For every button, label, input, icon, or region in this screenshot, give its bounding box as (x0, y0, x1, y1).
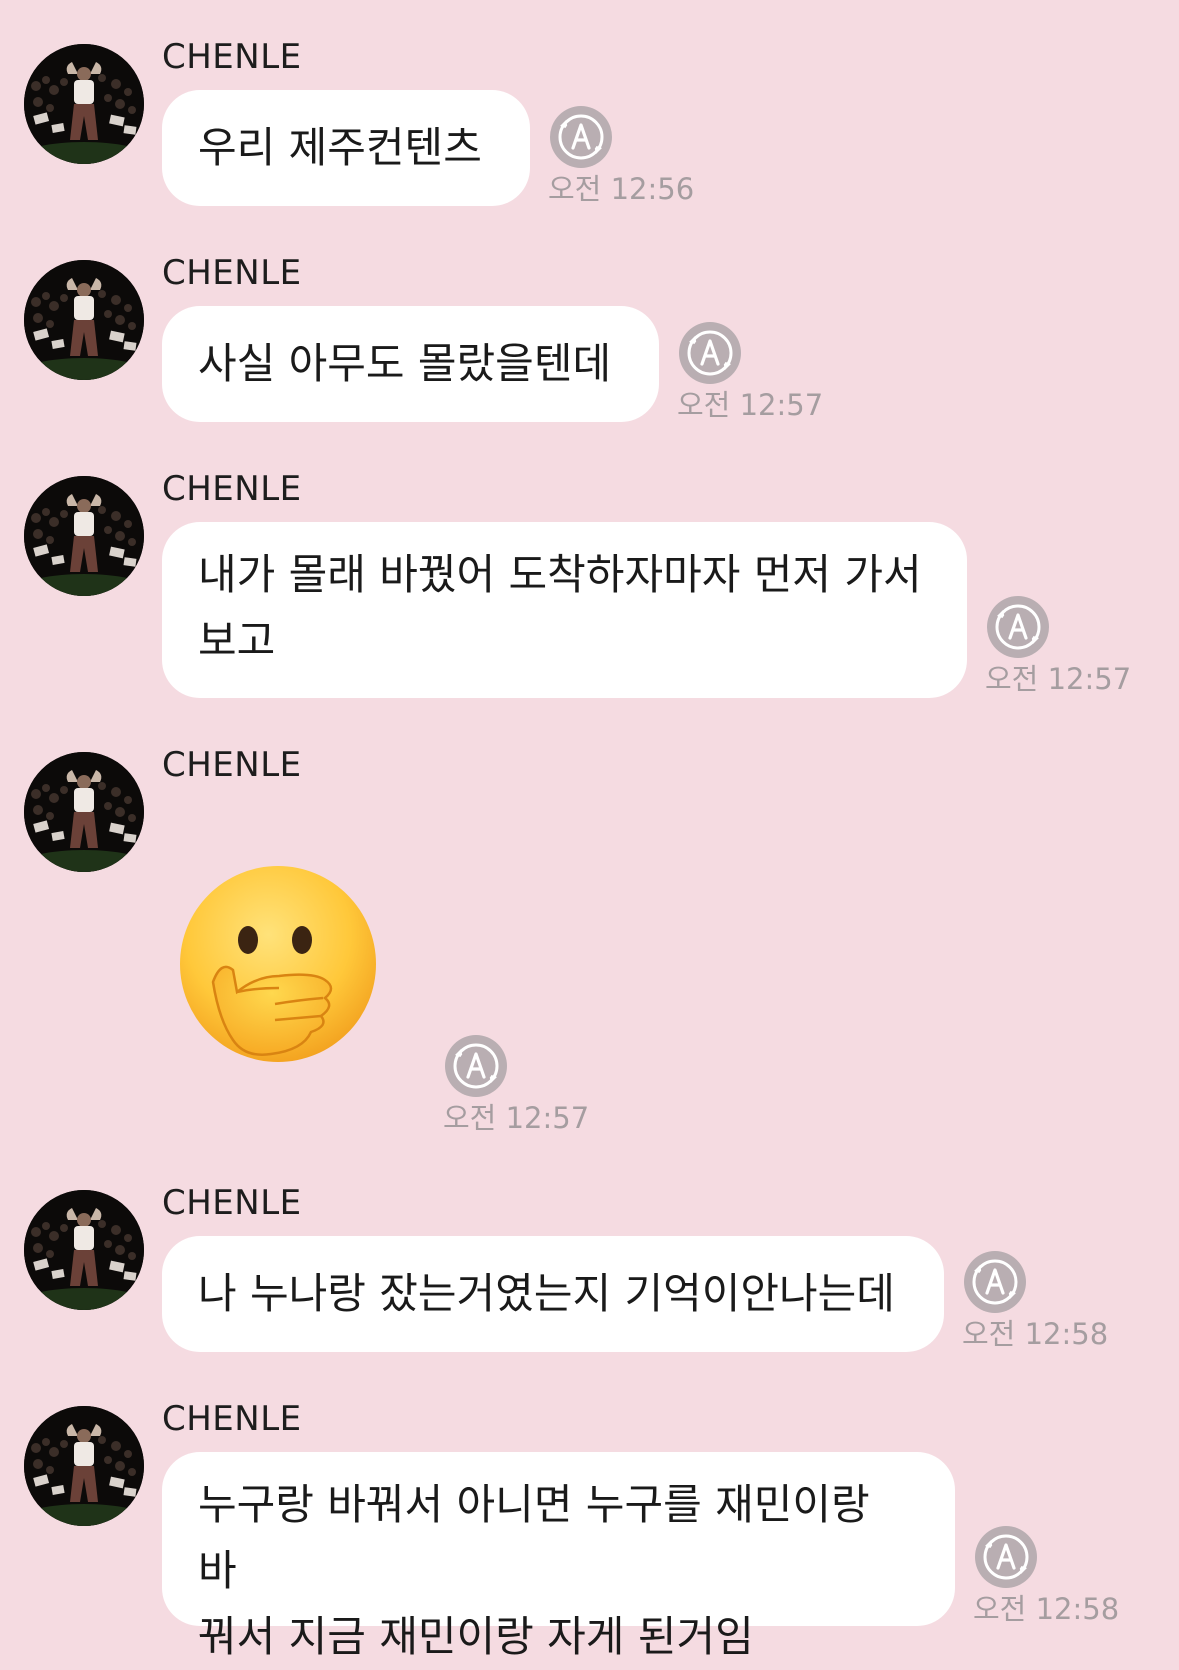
message-text: 우리 제주컨텐츠 (198, 123, 482, 172)
sender-name: CHENLE (162, 1183, 302, 1223)
message-bubble[interactable]: 나 누나랑 잤는거였는지 기억이안나는데 (162, 1236, 944, 1352)
translate-icon[interactable] (677, 320, 743, 386)
timestamp: 오전 12:58 (962, 1317, 1109, 1351)
avatar[interactable] (24, 260, 144, 380)
message-text-line: 꿔서 지금 재민이랑 자게 된거임 (198, 1612, 754, 1661)
sender-name: CHENLE (162, 1399, 302, 1439)
translate-icon[interactable] (985, 594, 1051, 660)
avatar[interactable] (24, 44, 144, 164)
timestamp: 오전 12:57 (443, 1101, 590, 1135)
translate-icon[interactable] (548, 104, 614, 170)
translate-icon[interactable] (443, 1033, 509, 1099)
message-bubble[interactable]: 내가 몰래 바꿨어 도착하자마자 먼저 가서 보고 (162, 522, 967, 698)
sender-name: CHENLE (162, 469, 302, 509)
timestamp: 오전 12:57 (677, 388, 824, 422)
timestamp: 오전 12:58 (973, 1592, 1120, 1626)
timestamp: 오전 12:56 (548, 172, 695, 206)
message-text-line: 누구랑 바꿔서 아니면 누구를 재민이랑 바 (198, 1480, 870, 1595)
message-text: 사실 아무도 몰랐을텐데 (198, 339, 612, 388)
message-text-line: 내가 몰래 바꿨어 도착하자마자 먼저 가서 (198, 550, 922, 599)
message-text: 나 누나랑 잤는거였는지 기억이안나는데 (198, 1269, 895, 1318)
message-bubble[interactable]: 사실 아무도 몰랐을텐데 (162, 306, 659, 422)
avatar[interactable] (24, 1190, 144, 1310)
translate-icon[interactable] (962, 1249, 1028, 1315)
sender-name: CHENLE (162, 253, 302, 293)
sender-name: CHENLE (162, 37, 302, 77)
message-bubble[interactable]: 우리 제주컨텐츠 (162, 90, 530, 206)
translate-icon[interactable] (973, 1524, 1039, 1590)
sender-name: CHENLE (162, 745, 302, 785)
message-text-line: 보고 (198, 616, 276, 665)
avatar[interactable] (24, 752, 144, 872)
avatar[interactable] (24, 476, 144, 596)
avatar[interactable] (24, 1406, 144, 1526)
message-bubble[interactable]: 누구랑 바꿔서 아니면 누구를 재민이랑 바 꿔서 지금 재민이랑 자게 된거임 (162, 1452, 955, 1661)
face-with-hand-over-mouth-emoji[interactable] (175, 864, 381, 1070)
timestamp: 오전 12:57 (985, 662, 1132, 696)
